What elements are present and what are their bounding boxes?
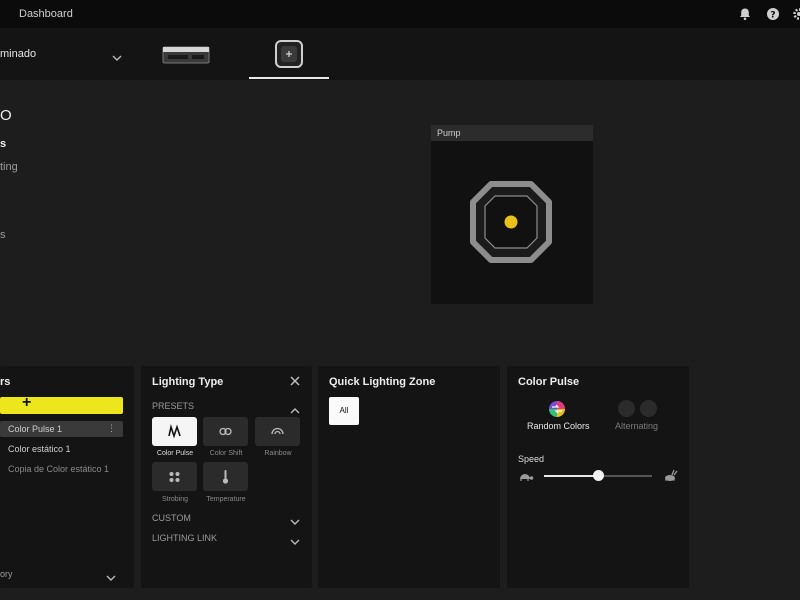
layer-label: Color estático 1	[8, 444, 71, 454]
speed-label: Speed	[518, 454, 545, 464]
chevron-down-icon[interactable]	[290, 513, 300, 531]
pump-graphic	[470, 181, 552, 263]
selected-tab-indicator	[249, 77, 329, 79]
preset-strobing[interactable]	[152, 462, 197, 491]
chevron-down-icon[interactable]	[106, 569, 116, 587]
alternating-label[interactable]: Alternating	[615, 421, 658, 431]
preset-rainbow[interactable]	[255, 417, 300, 446]
lighting-link-label[interactable]: LIGHTING LINK	[152, 533, 217, 543]
lighting-type-title: Lighting Type	[152, 376, 224, 388]
layer-label: Color Pulse 1	[8, 424, 63, 434]
layers-footer-label[interactable]: ory	[0, 569, 13, 579]
preset-temperature[interactable]	[203, 462, 248, 491]
svg-text:?: ?	[770, 10, 775, 20]
color-shift-icon	[219, 427, 232, 436]
chevron-down-icon[interactable]	[290, 533, 300, 551]
preset-label: Rainbow	[264, 450, 292, 457]
layer-label: Copia de Color estático 1	[8, 464, 110, 474]
random-colors-label[interactable]: Random Colors	[527, 421, 590, 431]
layers-title: rs	[0, 376, 11, 388]
chevron-down-icon[interactable]	[112, 49, 122, 67]
strobing-icon	[169, 472, 180, 482]
pump-label: Pump	[431, 125, 593, 141]
rainbow-icon	[271, 427, 284, 435]
add-layer-label: +	[22, 394, 32, 411]
quick-zone-title: Quick Lighting Zone	[329, 376, 436, 388]
page-title: Dashboard	[19, 8, 73, 20]
pump-preview: Pump	[431, 125, 593, 304]
layer-item[interactable]: Color estático 1	[0, 441, 123, 457]
preset-label: Color Shift	[209, 450, 243, 457]
add-layer-button[interactable]: +	[0, 394, 123, 414]
alternating-color-swatch[interactable]	[640, 400, 657, 417]
color-pulse-icon	[168, 424, 181, 439]
random-colors-icon[interactable]	[548, 400, 566, 423]
device-name[interactable]: minado	[0, 48, 36, 60]
device-tab-ram[interactable]	[160, 35, 212, 73]
layer-item[interactable]: Copia de Color estático 1	[0, 461, 123, 477]
sidebar-item-0[interactable]: O	[0, 107, 12, 124]
rabbit-icon	[662, 469, 678, 487]
pump-led[interactable]	[504, 215, 518, 229]
more-options-icon[interactable]: ⋮	[107, 423, 116, 434]
alternating-color-swatch[interactable]	[618, 400, 635, 417]
lighting-type-panel: Lighting Type PRESETS Color Pulse Color …	[141, 366, 312, 588]
sidebar-item-1[interactable]: s	[0, 138, 6, 150]
device-tab-pump[interactable]	[270, 35, 308, 73]
help-icon[interactable]: ?	[766, 7, 780, 21]
preset-color-shift[interactable]	[203, 417, 248, 446]
quick-lighting-zone-panel: Quick Lighting Zone All	[318, 366, 500, 588]
settings-icon[interactable]	[792, 7, 800, 21]
preset-label: Temperature	[206, 496, 246, 503]
preset-color-pulse[interactable]	[152, 417, 197, 446]
speed-slider-handle[interactable]	[592, 470, 604, 481]
presets-label[interactable]: PRESETS	[152, 401, 194, 411]
custom-label[interactable]: CUSTOM	[152, 513, 191, 523]
close-icon[interactable]	[289, 374, 301, 392]
device-bar: minado	[0, 28, 800, 80]
bell-icon[interactable]	[738, 7, 752, 21]
sidebar-item-3[interactable]: s	[0, 229, 6, 241]
sidebar-item-2[interactable]: ting	[0, 161, 18, 173]
temperature-icon	[222, 470, 229, 484]
speed-slider-fill	[544, 475, 598, 477]
turtle-icon	[518, 470, 534, 488]
title-bar: Dashboard ?	[0, 0, 800, 28]
zone-all-button[interactable]: All	[329, 397, 359, 425]
color-pulse-panel: Color Pulse Random Colors Alternating Sp…	[507, 366, 689, 588]
layer-item[interactable]: Color Pulse 1 ⋮	[0, 421, 123, 437]
color-pulse-title: Color Pulse	[518, 376, 580, 388]
